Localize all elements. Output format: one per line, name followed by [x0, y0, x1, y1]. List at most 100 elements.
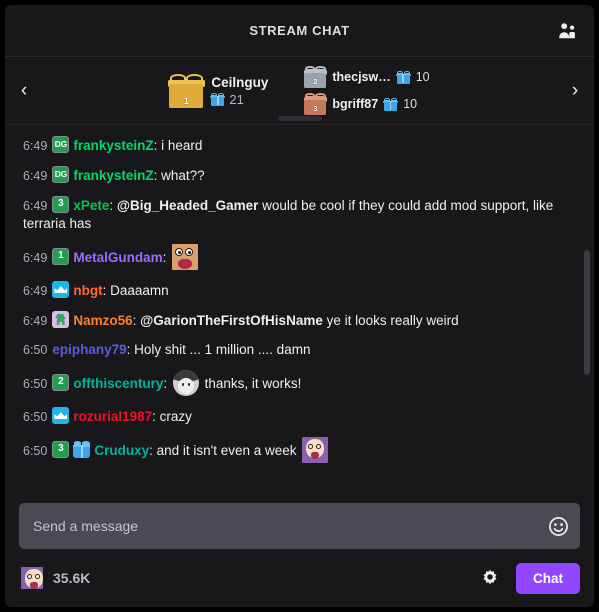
chat-header: STREAM CHAT: [5, 5, 594, 57]
chat-message[interactable]: 6:50 2 offthiscentury: thanks, it works!: [23, 365, 582, 402]
gift-sub-badge-icon[interactable]: [73, 441, 91, 458]
message-text: Daaaamn: [110, 283, 169, 298]
message-username[interactable]: rozurial1987: [73, 409, 152, 424]
leaderboard-entry-2[interactable]: 2 thecjsw… 10: [303, 66, 430, 88]
leaderboard-entry-2-gift-number: 10: [415, 70, 430, 84]
message-username[interactable]: Namzo56: [73, 313, 132, 328]
leaderboard-top-name: Ceilnguy: [211, 74, 269, 90]
message-username[interactable]: nbgt: [73, 283, 102, 298]
settings-gear-icon[interactable]: [478, 566, 502, 590]
chat-message[interactable]: 6:50 epiphany79: Holy shit ... 1 million …: [23, 336, 582, 365]
message-text: thanks, it works!: [200, 376, 302, 391]
leaderboard-content: 1 Ceilnguy 21 2 thecjsw… 10 3 bgriff87 1…: [168, 66, 430, 115]
chat-message[interactable]: 6:49 3 xPete: @Big_Headed_Gamer would be c…: [23, 191, 582, 239]
leaderboard-entry-2-name: thecjsw…: [332, 70, 391, 84]
message-timestamp: 6:49: [23, 199, 48, 213]
message-text: i heard: [161, 138, 203, 153]
community-members-icon[interactable]: [552, 16, 582, 46]
viewer-count-value: 35.6K: [53, 570, 91, 586]
leaderboard-entry-3[interactable]: 3 bgriff87 10: [303, 93, 429, 115]
message-username[interactable]: xPete: [73, 198, 109, 213]
message-text: what??: [161, 168, 205, 183]
composer-bottom-bar: 35.6K Chat: [19, 561, 580, 595]
leaderboard-entry-3-gift-number: 10: [403, 97, 418, 111]
message-timestamp: 6:50: [23, 343, 48, 357]
leaderboard-next-button[interactable]: ›: [558, 57, 592, 124]
message-mention[interactable]: @Big_Headed_Gamer: [117, 198, 258, 213]
chat-composer: 35.6K Chat: [5, 493, 594, 607]
message-timestamp: 6:50: [23, 377, 48, 391]
subscriber-badge-icon[interactable]: DG: [52, 166, 70, 183]
leaderboard-top-gift-count: 21: [210, 92, 268, 107]
subscriber-badge-icon[interactable]: 3: [52, 196, 70, 213]
lul-emote: [172, 244, 199, 270]
leaderboard-top-entry[interactable]: 1 Ceilnguy 21: [168, 73, 269, 108]
message-colon: :: [163, 376, 171, 391]
chat-message[interactable]: 6:49 1 MetalGundam:: [23, 239, 582, 276]
chat-message[interactable]: 6:50 rozurial1987: crazy: [23, 402, 582, 432]
crown-badge-icon[interactable]: [52, 407, 70, 424]
chat-message-list[interactable]: 6:49 DG frankysteinZ: i heard 6:49 DG frankys…: [5, 125, 594, 493]
message-colon: :: [132, 313, 141, 328]
pog-emote: [302, 437, 329, 463]
message-username[interactable]: frankysteinZ: [73, 168, 153, 183]
chat-message[interactable]: 6:50 3 Cruduxy: and it isn't even a week: [23, 432, 582, 469]
leaderboard-pager-indicator[interactable]: [277, 116, 322, 121]
message-text: and it isn't even a week: [156, 443, 301, 458]
crown-badge-icon[interactable]: [52, 281, 70, 298]
subscriber-badge-icon[interactable]: 2: [52, 374, 70, 391]
message-colon: :: [162, 250, 171, 265]
leaderboard-entry-3-name: bgriff87: [332, 97, 379, 111]
face-emote: [172, 370, 199, 396]
leaderboard-top-text: Ceilnguy 21: [210, 74, 269, 107]
message-username[interactable]: epiphany79: [52, 342, 126, 357]
message-timestamp: 6:49: [23, 314, 48, 328]
subscriber-badge-icon[interactable]: 3: [52, 441, 70, 458]
rank-2-giftbox-icon: 2: [303, 66, 328, 88]
emoji-smiley-icon[interactable]: [546, 514, 570, 538]
message-colon: :: [149, 443, 157, 458]
dino-badge-icon[interactable]: [52, 311, 70, 328]
message-text: Holy shit ... 1 million .... damn: [134, 342, 311, 357]
chat-message[interactable]: 6:49 nbgt: Daaaamn: [23, 276, 582, 306]
rank-3-number: 3: [313, 104, 318, 114]
message-username[interactable]: MetalGundam: [73, 250, 162, 265]
rank-3-giftbox-icon: 3: [303, 93, 328, 115]
rank-1-number: 1: [183, 96, 189, 107]
chat-message[interactable]: 6:49 DG frankysteinZ: what??: [23, 161, 582, 191]
stream-chat-panel: STREAM CHAT ‹ 1 Ceilnguy 21 2 thecjsw… 1…: [5, 5, 594, 607]
gift-icon: [210, 92, 226, 106]
message-colon: :: [153, 168, 162, 183]
chat-scrollbar-thumb[interactable]: [584, 250, 590, 375]
gift-leaderboard: ‹ 1 Ceilnguy 21 2 thecjsw… 10 3 bgriff87…: [5, 57, 594, 125]
composer-actions: Chat: [478, 562, 580, 594]
gift-icon: [383, 97, 399, 111]
viewer-count[interactable]: 35.6K: [19, 567, 90, 589]
message-username[interactable]: frankysteinZ: [73, 138, 153, 153]
message-timestamp: 6:50: [23, 444, 48, 458]
send-chat-button[interactable]: Chat: [516, 562, 580, 594]
rank-1-giftbox-icon: 1: [168, 73, 205, 108]
message-timestamp: 6:49: [23, 251, 48, 265]
subscriber-badge-icon[interactable]: 1: [52, 248, 70, 265]
message-username[interactable]: offthiscentury: [73, 376, 163, 391]
rank-2-number: 2: [313, 77, 318, 87]
viewer-emote-icon: [21, 567, 43, 589]
leaderboard-prev-button[interactable]: ‹: [7, 57, 41, 124]
message-timestamp: 6:50: [23, 410, 48, 424]
subscriber-badge-icon[interactable]: DG: [52, 136, 70, 153]
chat-input-wrapper[interactable]: [19, 503, 580, 549]
message-colon: :: [126, 342, 135, 357]
message-text: ye it looks really weird: [322, 313, 459, 328]
message-timestamp: 6:49: [23, 169, 48, 183]
message-mention[interactable]: @GarionTheFirstOfHisName: [140, 313, 323, 328]
chat-input[interactable]: [33, 518, 538, 534]
chat-message[interactable]: 6:49 DG frankysteinZ: i heard: [23, 131, 582, 161]
message-colon: :: [102, 283, 111, 298]
message-username[interactable]: Cruduxy: [94, 443, 149, 458]
chat-message[interactable]: 6:49 Namzo56: @GarionTheFirstOfHisName ye…: [23, 306, 582, 336]
gift-icon: [395, 70, 411, 84]
message-text: crazy: [159, 409, 192, 424]
message-colon: :: [152, 409, 160, 424]
page-title: STREAM CHAT: [249, 23, 350, 38]
